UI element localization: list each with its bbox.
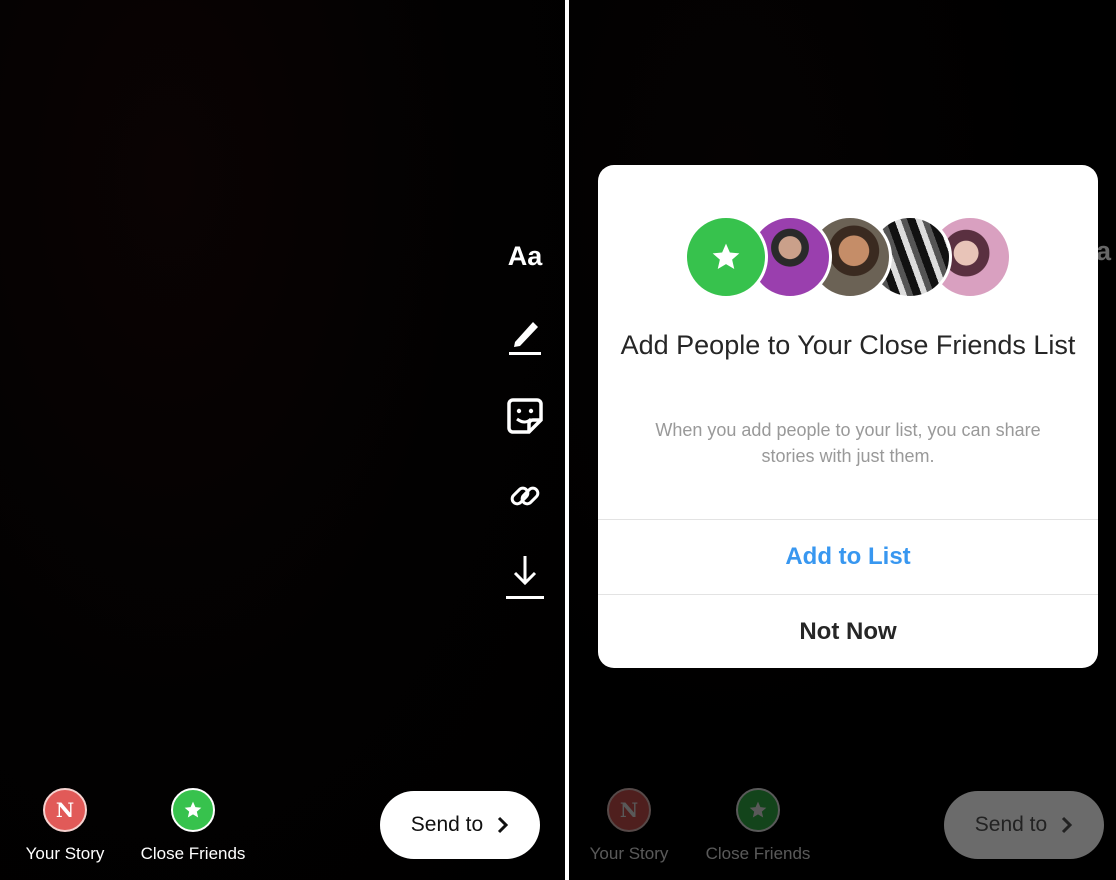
text-tool-peek: a — [1096, 236, 1112, 266]
close-friends-avatar — [171, 788, 215, 832]
your-story-avatar: N — [43, 788, 87, 832]
download-icon — [506, 556, 544, 599]
star-icon — [184, 801, 202, 818]
add-to-list-button[interactable]: Add to List — [598, 520, 1098, 594]
draw-tool-button[interactable] — [500, 314, 550, 358]
pen-icon — [509, 322, 541, 355]
star-icon — [749, 801, 767, 818]
your-story-avatar-dimmed: N — [607, 788, 651, 832]
send-to-button-dimmed[interactable]: Send to — [944, 791, 1104, 859]
close-friends-target[interactable]: Close Friends — [133, 788, 253, 864]
close-friends-badge — [684, 215, 768, 299]
download-button[interactable] — [500, 552, 550, 602]
your-story-label: Your Story — [25, 844, 105, 863]
your-story-target[interactable]: N Your Story — [5, 788, 125, 864]
chevron-right-icon — [498, 816, 509, 834]
your-story-target-dimmed[interactable]: N Your Story — [569, 788, 689, 864]
your-story-label-dimmed: Your Story — [589, 844, 669, 863]
close-friends-target-dimmed[interactable]: Close Friends — [698, 788, 818, 864]
text-tool-label: Aa — [507, 240, 543, 271]
send-to-button[interactable]: Send to — [380, 791, 540, 859]
close-friends-label: Close Friends — [140, 844, 246, 863]
dialog-title: Add People to Your Close Friends List — [620, 330, 1076, 360]
close-friends-label-dimmed: Close Friends — [705, 844, 811, 863]
link-tool-button[interactable] — [500, 474, 550, 518]
link-icon — [510, 486, 540, 506]
close-friends-avatar-dimmed — [736, 788, 780, 832]
sticker-icon — [507, 398, 543, 434]
sticker-tool-button[interactable] — [500, 394, 550, 438]
dialog-subtitle: When you add people to your list, you ca… — [655, 420, 1041, 466]
not-now-button[interactable]: Not Now — [598, 595, 1098, 668]
story-editor-left: Aa N Your Story Close Friends Send to — [0, 0, 565, 880]
close-friends-dialog: Add People to Your Close Friends List Wh… — [598, 165, 1098, 668]
send-to-label: Send to — [410, 813, 484, 836]
chevron-right-icon — [1062, 816, 1073, 834]
text-tool-button[interactable]: Aa — [500, 236, 550, 276]
send-to-label-dimmed: Send to — [974, 813, 1048, 836]
avatar-stack — [684, 215, 1014, 299]
star-icon — [712, 243, 740, 269]
